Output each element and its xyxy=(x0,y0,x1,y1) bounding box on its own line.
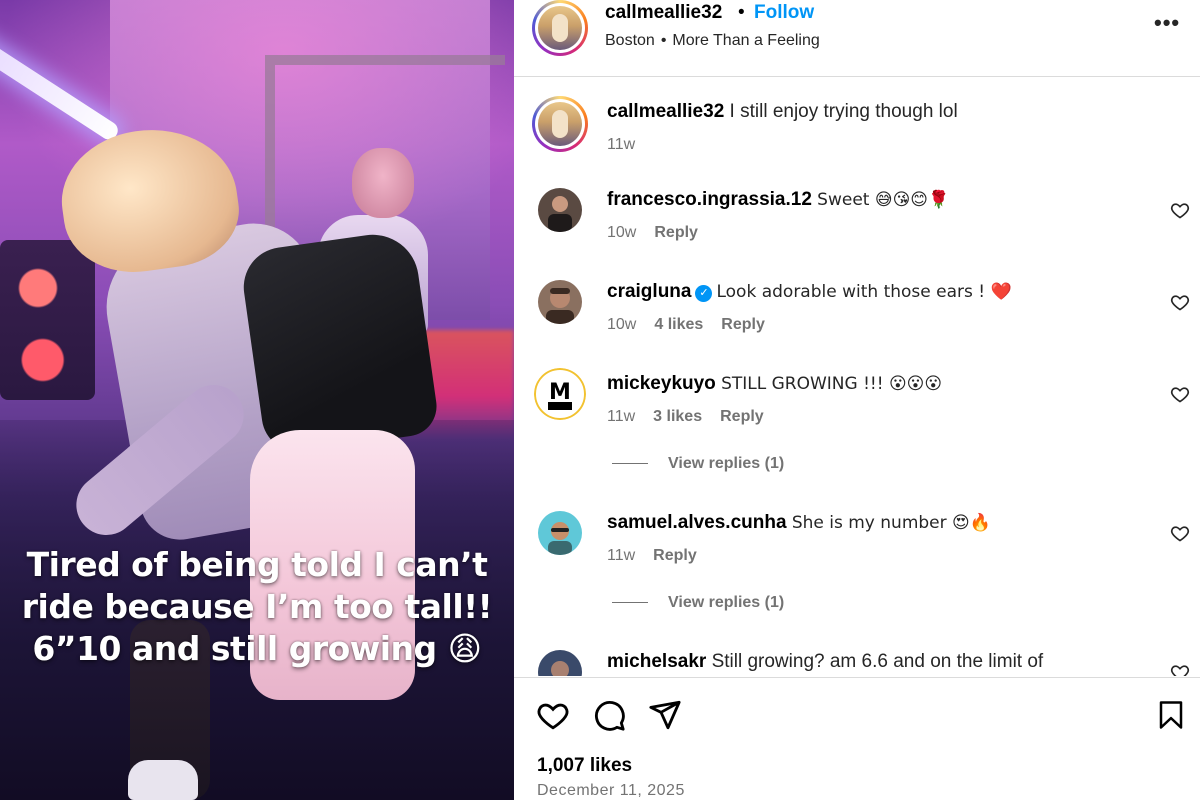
comment-username[interactable]: samuel.alves.cunha xyxy=(607,512,787,533)
comment-avatar[interactable] xyxy=(538,188,582,232)
comment-text: michelsakr Still growing? am 6.6 and on … xyxy=(607,650,1147,674)
comment-body: I still enjoy trying though lol xyxy=(729,101,958,122)
comment-avatar[interactable]: M xyxy=(534,368,586,420)
media-shoe xyxy=(128,760,198,800)
comment-avatar[interactable] xyxy=(538,511,582,555)
heart-icon[interactable] xyxy=(1170,662,1190,676)
comment-body: Look adorable with those ears ! ❤️ xyxy=(716,282,1012,302)
reply-button[interactable]: Reply xyxy=(654,224,698,241)
heart-icon[interactable] xyxy=(1170,292,1190,312)
post-actions: 1,007 likes December 11, 2025 xyxy=(514,677,1200,800)
comment-avatar[interactable] xyxy=(538,280,582,324)
caption-line: ride because I’m too tall!! xyxy=(21,587,493,626)
comment-text: samuel.alves.cunha She is my number 😍🔥 xyxy=(607,511,1147,535)
view-replies-button[interactable]: View replies (1) xyxy=(612,594,784,612)
verified-icon: ✓ xyxy=(695,285,713,302)
replies-divider xyxy=(612,602,648,604)
post-header: callmeallie32 • Follow Boston • More Than … xyxy=(514,0,1200,77)
comment-age[interactable]: 10w xyxy=(607,224,636,241)
comment-username[interactable]: craigluna xyxy=(607,281,691,302)
likes-count[interactable]: 1,007 likes xyxy=(537,755,632,777)
post-subtitle: Boston • More Than a Feeling xyxy=(605,32,820,50)
media-backpack xyxy=(238,228,441,457)
media-caption: Tired of being told I can’t ride because… xyxy=(0,544,514,670)
more-options-icon[interactable]: ••• xyxy=(1154,10,1180,36)
heart-icon[interactable] xyxy=(1170,384,1190,404)
share-icon[interactable] xyxy=(648,698,682,732)
comment-avatar[interactable] xyxy=(538,650,582,676)
comment-text: callmeallie32 I still enjoy trying thoug… xyxy=(607,100,1147,124)
author-username[interactable]: callmeallie32 xyxy=(605,2,722,24)
comment-age[interactable]: 11w xyxy=(607,547,635,564)
follow-button[interactable]: Follow xyxy=(754,2,814,24)
replies-divider xyxy=(612,463,648,465)
post-side-panel: callmeallie32 • Follow Boston • More Than … xyxy=(514,0,1200,800)
view-replies-label: View replies (1) xyxy=(668,455,785,472)
comment-username[interactable]: francesco.ingrassia.12 xyxy=(607,189,812,210)
heart-icon[interactable] xyxy=(536,698,570,732)
post-media[interactable]: Tired of being told I can’t ride because… xyxy=(0,0,514,800)
reply-button[interactable]: Reply xyxy=(653,547,697,564)
comment-likes[interactable]: 3 likes xyxy=(653,408,702,425)
comment-avatar[interactable] xyxy=(532,96,588,152)
comment-age[interactable]: 10w xyxy=(607,316,636,333)
location-link[interactable]: Boston xyxy=(605,32,655,49)
comment-body: Still growing? am 6.6 and on the limit o… xyxy=(711,651,1044,672)
comment-text: craigluna ✓ Look adorable with those ears … xyxy=(607,280,1147,304)
comment-username[interactable]: callmeallie32 xyxy=(607,101,724,122)
comment-age[interactable]: 11w xyxy=(607,136,635,153)
comment-likes[interactable]: 4 likes xyxy=(654,316,703,333)
reply-button[interactable]: Reply xyxy=(721,316,765,333)
comment-username[interactable]: mickeykuyo xyxy=(607,373,716,394)
heart-icon[interactable] xyxy=(1170,523,1190,543)
post-date[interactable]: December 11, 2025 xyxy=(537,782,685,800)
comment-meta: 10w 4 likes Reply xyxy=(607,316,783,334)
view-replies-button[interactable]: View replies (1) xyxy=(612,455,784,473)
view-replies-label: View replies (1) xyxy=(668,594,785,611)
author-avatar[interactable] xyxy=(532,0,588,56)
comment-text: francesco.ingrassia.12 Sweet 😅😘😊🌹 xyxy=(607,188,1147,212)
audio-link[interactable]: More Than a Feeling xyxy=(672,32,819,49)
subtitle-separator: • xyxy=(660,32,667,49)
comment-meta: 11w xyxy=(607,136,653,154)
comments-list[interactable]: callmeallie32 I still enjoy trying thoug… xyxy=(514,78,1200,676)
reply-button[interactable]: Reply xyxy=(720,408,764,425)
header-separator: • xyxy=(738,2,745,23)
comment-icon[interactable] xyxy=(592,698,626,732)
caption-line: Tired of being told I can’t xyxy=(26,545,488,584)
comment-meta: 11w Reply xyxy=(607,547,715,565)
heart-icon[interactable] xyxy=(1170,200,1190,220)
comment-meta: 11w 3 likes Reply xyxy=(607,408,782,426)
media-ride-lights xyxy=(0,240,95,400)
comment-body: She is my number 😍🔥 xyxy=(791,513,991,533)
comment-text: mickeykuyo STILL GROWING !!! 😮😮😮 xyxy=(607,372,1147,396)
comment-username[interactable]: michelsakr xyxy=(607,651,706,672)
comment-body: STILL GROWING !!! 😮😮😮 xyxy=(721,374,943,394)
comment-body: Sweet 😅😘😊🌹 xyxy=(817,190,950,210)
comment-age[interactable]: 11w xyxy=(607,408,635,425)
svg-text:M: M xyxy=(549,380,571,405)
caption-line: 6”10 and still growing 😩 xyxy=(32,629,482,668)
media-background-person-head xyxy=(352,148,414,218)
bookmark-icon[interactable] xyxy=(1156,698,1186,732)
comment-meta: 10w Reply xyxy=(607,224,716,242)
